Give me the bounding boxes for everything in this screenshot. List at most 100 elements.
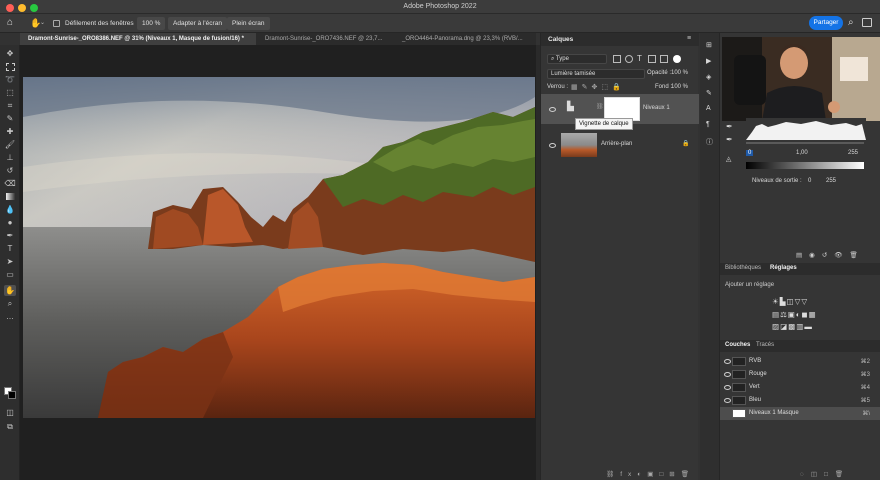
healing-brush-tool-icon[interactable]: ✚ [4,126,16,137]
tab-dramont-7436[interactable]: Dramont-Sunrise-_ORO7436.NEF @ 23,7... [257,33,393,45]
fill-value[interactable]: 100 % [671,84,688,90]
eyedropper-tool-icon[interactable]: ✎ [4,113,16,124]
tab-dramont-8386[interactable]: Dramont-Sunrise-_ORO8386.NEF @ 31% (Nive… [20,33,256,45]
type-filter-icon[interactable]: T [637,54,642,63]
visibility-eye-icon[interactable] [549,143,556,148]
tab-label: Dramont-Sunrise-_ORO7436.NEF @ 23,7... [265,36,383,42]
blend-mode-select[interactable]: Lumière tamisée [547,69,645,79]
input-gamma-value[interactable]: 1,00 [796,150,808,156]
visibility-eye-icon[interactable] [724,372,731,377]
blur-tool-icon[interactable]: 💧 [4,204,16,215]
move-tool-icon[interactable]: ✥ [4,48,16,59]
output-black-value[interactable]: 0 [808,178,811,184]
character-icon[interactable]: A [706,105,711,112]
channel-row-mask[interactable]: Niveaux 1 Masque ⌘\ [720,407,880,420]
lock-icon: 🔒 [682,141,690,147]
adjustment-icons-grid[interactable]: ☀▙◫▽▽ ▤⚖▣◐◼▦ ▨◪▩▥▬ [772,296,842,334]
webcam-overlay [722,37,880,121]
type-tool-icon[interactable]: T [4,243,16,254]
path-select-tool-icon[interactable]: ➤ [4,256,16,267]
visibility-eye-icon[interactable] [724,385,731,390]
channel-row-rgb[interactable]: RVB ⌘2 [720,355,880,368]
layer-row-background[interactable]: Arrière-plan 🔒 [541,130,699,160]
crop-tool-icon[interactable]: ⌗ [4,100,16,111]
stamp-tool-icon[interactable]: ⊥ [4,152,16,163]
pen-tool-icon[interactable]: ✒ [4,230,16,241]
document-image[interactable] [23,77,535,418]
gradient-tool-icon[interactable] [4,191,16,202]
swatch-icon[interactable]: ◈ [706,73,711,81]
layer-thumbnail[interactable] [561,133,597,157]
tab-channels[interactable]: Couches [725,342,750,348]
gray-point-eyedropper-icon[interactable]: ✒ [726,135,733,144]
quick-mask-icon[interactable]: ◫ [4,407,16,418]
tab-libraries[interactable]: Bibliothèques [725,265,761,271]
scroll-all-checkbox[interactable] [53,20,60,27]
shape-filter-icon[interactable] [648,55,656,63]
rectangle-tool-icon[interactable]: ▭ [4,269,16,280]
tab-panorama[interactable]: _ORO4464-Panorama.dng @ 23,3% (RVB/... [394,33,536,45]
properties-footer-icons[interactable]: ▤◉↺👁🗑 [796,251,876,259]
clip-warning-icon[interactable]: ◬ [726,155,731,163]
layer-filter-select[interactable]: ⌕ Type [547,54,607,64]
tab-layers[interactable]: Calques [548,36,573,43]
lasso-tool-icon[interactable]: ➰ [4,74,16,85]
paragraph-icon[interactable]: ¶ [706,121,710,128]
output-white-value[interactable]: 255 [826,178,836,184]
background-color-swatch[interactable] [8,391,16,399]
lock-icons[interactable]: ▦✎✥⬚🔒 [571,83,625,91]
tab-adjustments[interactable]: Réglages [770,265,797,271]
input-white-value[interactable]: 255 [848,150,858,156]
marquee-tool-icon[interactable] [4,61,16,72]
levels-adjustment-icon: ▙ [567,101,574,111]
visibility-eye-icon[interactable] [724,359,731,364]
zoom-100-button[interactable]: 100 % [137,17,166,30]
filter-toggle-icon[interactable] [673,55,681,63]
pixel-filter-icon[interactable] [613,55,621,63]
history-brush-tool-icon[interactable]: ↺ [4,165,16,176]
channel-name: Rouge [749,371,767,377]
brush-tool-icon[interactable]: 🖌 [4,139,16,150]
tab-paths[interactable]: Tracés [756,342,774,348]
fit-screen-button[interactable]: Adapter à l'écran [168,17,227,30]
workspace-icon[interactable] [862,18,872,27]
object-select-tool-icon[interactable]: ⬚ [4,87,16,98]
dodge-tool-icon[interactable]: ● [4,217,16,228]
zoom-tool-icon[interactable]: ⌕ [4,298,16,309]
layer-name[interactable]: Arrière-plan [601,141,632,147]
more-tools-icon[interactable]: … [4,311,16,322]
smart-object-filter-icon[interactable] [660,55,668,63]
channel-name: Vert [749,384,760,390]
input-levels-slider[interactable] [746,142,864,144]
layers-footer-icons[interactable]: ⛓fx◐▣□⊞🗑 [541,470,699,480]
tab-label: _ORO4464-Panorama.dng @ 23,3% (RVB/... [402,36,523,42]
black-point-eyedropper-icon[interactable]: ✒ [726,122,733,131]
panel-menu-icon[interactable]: ≡ [687,35,691,42]
channel-row-blue[interactable]: Bleu ⌘5 [720,394,880,407]
opacity-value[interactable]: 100 % [671,70,688,76]
layer-name[interactable]: Niveaux 1 [643,105,670,111]
chevron-down-icon[interactable]: ⌄ [40,19,45,26]
filter-kind-value: Type [555,56,569,62]
full-screen-button[interactable]: Plein écran [227,17,270,30]
channel-row-red[interactable]: Rouge ⌘3 [720,368,880,381]
input-black-value[interactable]: 0 [746,150,754,156]
channel-row-green[interactable]: Vert ⌘4 [720,381,880,394]
play-icon[interactable]: ▶ [706,57,711,65]
chain-link-icon[interactable]: ⛓ [596,103,604,110]
adjustment-filter-icon[interactable] [625,55,633,63]
visibility-eye-icon[interactable] [724,398,731,403]
channels-footer-icons[interactable]: ◌◫□🗑 [800,470,880,478]
hand-tool-icon[interactable]: ✋ [4,285,16,296]
output-gradient-bar[interactable] [746,162,864,169]
history-icon[interactable]: ⊞ [706,41,712,49]
brush-panel-icon[interactable]: ✎ [706,89,712,97]
home-icon[interactable]: ⌂ [7,17,13,28]
screen-mode-icon[interactable]: ⧉ [4,421,16,432]
share-button[interactable]: Partager [809,16,843,30]
eraser-tool-icon[interactable]: ⌫ [4,178,16,189]
scroll-all-windows-label: Défilement des fenêtres [65,20,134,27]
info-icon[interactable]: ⓘ [706,137,713,147]
search-icon[interactable]: ⌕ [848,17,854,28]
visibility-eye-icon[interactable] [549,107,556,112]
